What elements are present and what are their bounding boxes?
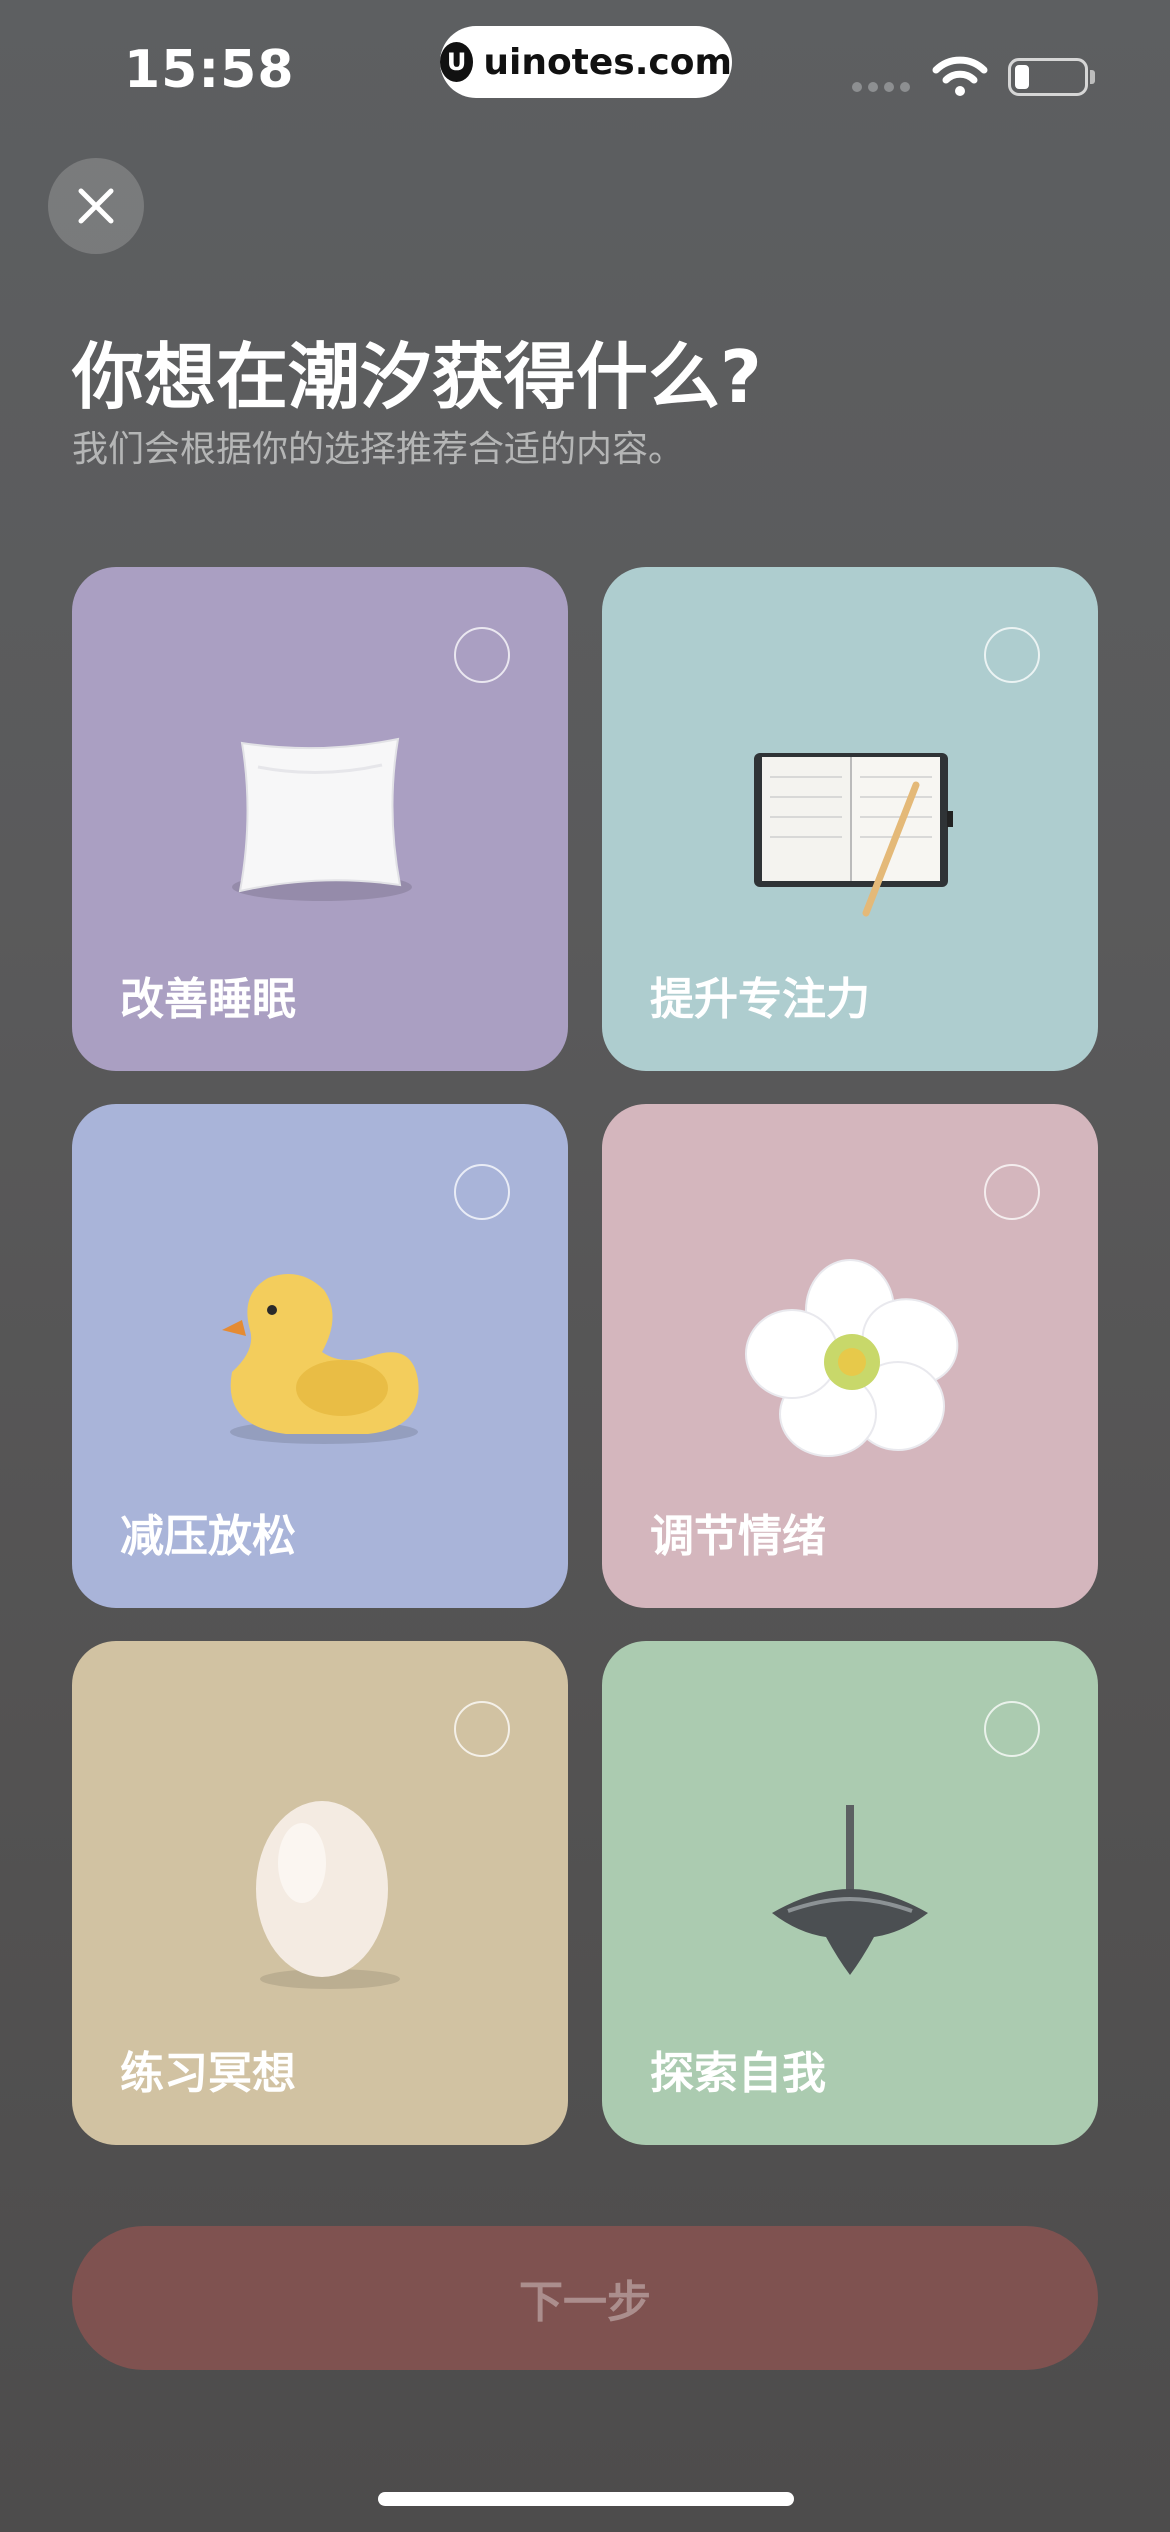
option-card-mood[interactable]: 调节情绪	[602, 1104, 1098, 1608]
option-radio[interactable]	[984, 1164, 1040, 1220]
option-radio[interactable]	[454, 627, 510, 683]
close-button[interactable]	[48, 158, 144, 254]
option-card-focus[interactable]: 提升专注力	[602, 567, 1098, 1071]
option-card-meditation[interactable]: 练习冥想	[72, 1641, 568, 2145]
option-radio[interactable]	[454, 1701, 510, 1757]
option-label: 改善睡眠	[120, 974, 296, 1025]
site-name: uinotes.com	[483, 41, 732, 83]
option-label: 减压放松	[120, 1511, 296, 1562]
option-card-explore[interactable]: 探索自我	[602, 1641, 1098, 2145]
option-radio[interactable]	[984, 627, 1040, 683]
site-logo-icon: U	[440, 42, 474, 82]
option-card-sleep[interactable]: 改善睡眠	[72, 567, 568, 1071]
battery-icon	[1008, 58, 1088, 96]
option-label: 提升专注力	[650, 974, 870, 1025]
cellular-signal-icon	[852, 82, 910, 92]
option-card-relax[interactable]: 减压放松	[72, 1104, 568, 1608]
option-label: 练习冥想	[120, 2048, 296, 2099]
page-title: 你想在潮汐获得什么?	[72, 335, 762, 419]
page-subtitle: 我们会根据你的选择推荐合适的内容。	[72, 429, 685, 470]
option-label: 探索自我	[650, 2048, 826, 2099]
site-badge: U uinotes.com	[440, 26, 732, 98]
wifi-icon	[932, 56, 988, 96]
option-radio[interactable]	[984, 1701, 1040, 1757]
status-time: 15:58	[124, 40, 295, 100]
option-radio[interactable]	[454, 1164, 510, 1220]
option-label: 调节情绪	[650, 1511, 826, 1562]
home-indicator[interactable]	[378, 2492, 794, 2506]
next-button-label: 下一步	[519, 2277, 651, 2328]
next-button[interactable]: 下一步	[72, 2226, 1098, 2370]
close-icon	[78, 188, 114, 224]
battery-tip	[1090, 70, 1095, 84]
